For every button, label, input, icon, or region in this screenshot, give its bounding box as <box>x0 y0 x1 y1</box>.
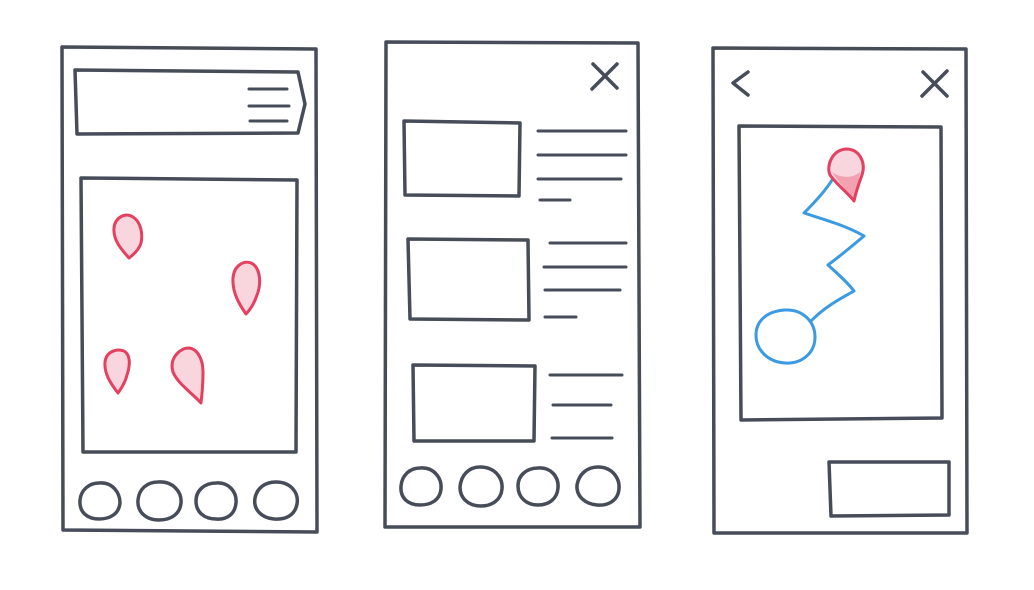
map-area[interactable] <box>79 176 299 454</box>
text-lines <box>536 129 628 202</box>
thumbnail <box>411 363 537 443</box>
map-pin-icon[interactable] <box>827 147 865 203</box>
nav-circle-icon[interactable] <box>194 481 238 521</box>
list-item[interactable] <box>402 119 628 202</box>
hamburger-menu-icon[interactable] <box>247 87 291 123</box>
list-item[interactable] <box>411 363 624 443</box>
close-icon[interactable] <box>920 69 949 98</box>
nav-circle-icon[interactable] <box>516 466 560 507</box>
header-bar[interactable] <box>73 68 307 136</box>
header-box <box>73 68 307 136</box>
bottom-nav <box>78 480 300 522</box>
nav-circle-icon[interactable] <box>575 465 621 507</box>
close-icon[interactable] <box>590 62 619 91</box>
map-pin-icon[interactable] <box>112 213 144 260</box>
route-screen <box>711 46 969 535</box>
list-item[interactable] <box>406 237 628 322</box>
map-box <box>79 176 299 454</box>
thumbnail <box>402 119 522 198</box>
action-button[interactable] <box>827 460 951 518</box>
origin-circle-icon[interactable] <box>754 308 817 365</box>
thumbnail <box>406 237 531 322</box>
nav-circle-icon[interactable] <box>78 481 122 521</box>
nav-circle-icon[interactable] <box>253 480 300 521</box>
nav-circle-icon[interactable] <box>399 466 443 507</box>
phone-frame <box>383 40 642 529</box>
map-pin-icon[interactable] <box>170 346 205 405</box>
text-lines <box>542 241 628 319</box>
wireframe-canvas <box>60 40 969 535</box>
map-pin-icon[interactable] <box>231 260 262 316</box>
text-lines <box>548 373 624 440</box>
bottom-nav <box>399 465 621 508</box>
back-chevron-icon[interactable] <box>731 70 750 97</box>
nav-circle-icon[interactable] <box>458 465 504 508</box>
map-pin-icon[interactable] <box>103 348 131 395</box>
route-map[interactable] <box>737 124 944 422</box>
map-screen <box>60 45 319 534</box>
nav-circle-icon[interactable] <box>136 480 183 522</box>
list-screen <box>383 40 642 529</box>
